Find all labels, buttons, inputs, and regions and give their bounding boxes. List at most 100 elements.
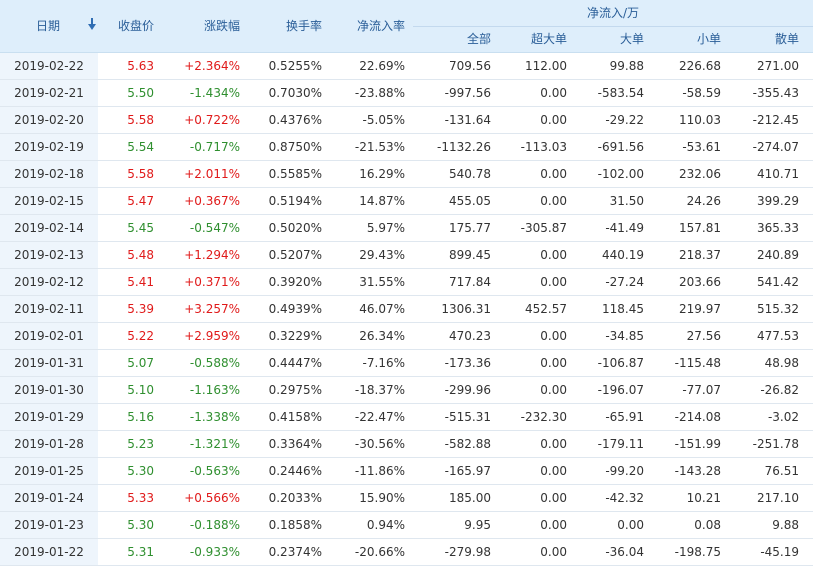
cell-retail: 410.71: [757, 167, 799, 181]
cell-retail: 515.32: [757, 302, 799, 316]
header-retail[interactable]: 散单: [721, 26, 799, 52]
cell-small: 232.06: [679, 167, 721, 181]
cell-turnover: 0.5207%: [268, 248, 322, 262]
cell-retail: 271.00: [757, 59, 799, 73]
cell-small: -53.61: [682, 140, 721, 154]
table-row: 2019-02-22 5.63 +2.364% 0.5255% 22.69% 709.56…: [0, 53, 813, 80]
cell-small: 203.66: [679, 275, 721, 289]
header-date[interactable]: 日期: [18, 0, 78, 52]
cell-net_ratio: 0.94%: [366, 518, 405, 532]
cell-net_ratio: -18.37%: [354, 383, 405, 397]
cell-change: +3.257%: [184, 302, 240, 316]
cell-small: 110.03: [679, 113, 721, 127]
cell-small: 218.37: [679, 248, 721, 262]
cell-small: 219.97: [679, 302, 721, 316]
cell-super: 0.00: [540, 437, 567, 451]
cell-turnover: 0.3229%: [268, 329, 322, 343]
cell-change: -0.563%: [189, 464, 240, 478]
table-row: 2019-01-29 5.16 -1.338% 0.4158% -22.47% -515.…: [0, 404, 813, 431]
cell-close: 5.50: [127, 86, 154, 100]
cell-large: 118.45: [602, 302, 644, 316]
cell-retail: -3.02: [767, 410, 799, 424]
cell-small: 226.68: [679, 59, 721, 73]
cell-large: -65.91: [605, 410, 644, 424]
cell-change: -0.717%: [189, 140, 240, 154]
table-row: 2019-02-14 5.45 -0.547% 0.5020% 5.97% 175.77 -…: [0, 215, 813, 242]
cell-turnover: 0.3364%: [268, 437, 322, 451]
cell-close: 5.07: [127, 356, 154, 370]
cell-date: 2019-02-12: [0, 269, 98, 295]
cell-net_ratio: 22.69%: [359, 59, 405, 73]
cell-super: -305.87: [520, 221, 567, 235]
cell-change: -1.338%: [189, 410, 240, 424]
cell-date: 2019-02-11: [0, 296, 98, 322]
cell-date: 2019-01-25: [0, 458, 98, 484]
cell-retail: 399.29: [757, 194, 799, 208]
cell-retail: 9.88: [772, 518, 799, 532]
cell-close: 5.39: [127, 302, 154, 316]
cell-small: -198.75: [674, 545, 721, 559]
cell-super: 112.00: [525, 59, 567, 73]
cell-super: 0.00: [540, 356, 567, 370]
cell-large: -583.54: [597, 86, 644, 100]
cell-change: +0.367%: [184, 194, 240, 208]
table-row: 2019-02-15 5.47 +0.367% 0.5194% 14.87% 455.05…: [0, 188, 813, 215]
cell-small: 10.21: [686, 491, 721, 505]
table-row: 2019-01-24 5.33 +0.566% 0.2033% 15.90% 185.00…: [0, 485, 813, 512]
cell-turnover: 0.4158%: [268, 410, 322, 424]
cell-change: -0.547%: [189, 221, 240, 235]
cell-all: -997.56: [444, 86, 491, 100]
cell-net_ratio: 16.29%: [359, 167, 405, 181]
cell-net_ratio: 5.97%: [366, 221, 405, 235]
table-body: 2019-02-22 5.63 +2.364% 0.5255% 22.69% 709.56…: [0, 53, 813, 566]
cell-all: 1306.31: [441, 302, 491, 316]
header-super-large[interactable]: 超大单: [491, 26, 567, 52]
table-row: 2019-01-22 5.31 -0.933% 0.2374% -20.66% -279.…: [0, 539, 813, 566]
cell-net_ratio: -21.53%: [354, 140, 405, 154]
table-row: 2019-02-12 5.41 +0.371% 0.3920% 31.55% 717.84…: [0, 269, 813, 296]
cell-net_ratio: 46.07%: [359, 302, 405, 316]
cell-all: -1132.26: [437, 140, 491, 154]
cell-close: 5.23: [127, 437, 154, 451]
cell-all: -279.98: [444, 545, 491, 559]
header-large[interactable]: 大单: [567, 26, 644, 52]
header-small[interactable]: 小单: [644, 26, 721, 52]
cell-super: 452.57: [525, 302, 567, 316]
cell-change: -1.163%: [189, 383, 240, 397]
table-row: 2019-02-11 5.39 +3.257% 0.4939% 46.07% 1306.3…: [0, 296, 813, 323]
header-close[interactable]: 收盘价: [98, 0, 154, 52]
cell-net_ratio: -5.05%: [362, 113, 405, 127]
cell-close: 5.10: [127, 383, 154, 397]
header-net-ratio[interactable]: 净流入率: [330, 0, 405, 52]
header-change[interactable]: 涨跌幅: [170, 0, 240, 52]
header-net-inflow-group: 净流入/万: [413, 0, 813, 27]
cell-small: -58.59: [682, 86, 721, 100]
cell-turnover: 0.5255%: [268, 59, 322, 73]
cell-close: 5.54: [127, 140, 154, 154]
table-row: 2019-02-18 5.58 +2.011% 0.5585% 16.29% 540.78…: [0, 161, 813, 188]
header-all[interactable]: 全部: [413, 26, 491, 52]
cell-change: +2.364%: [184, 59, 240, 73]
cell-retail: -251.78: [752, 437, 799, 451]
cell-all: 709.56: [449, 59, 491, 73]
cell-change: +2.011%: [184, 167, 240, 181]
cell-turnover: 0.5585%: [268, 167, 322, 181]
cell-date: 2019-01-31: [0, 350, 98, 376]
cell-net_ratio: -11.86%: [354, 464, 405, 478]
cell-super: 0.00: [540, 383, 567, 397]
cell-close: 5.48: [127, 248, 154, 262]
cell-large: -179.11: [597, 437, 644, 451]
cell-large: 440.19: [602, 248, 644, 262]
header-turnover[interactable]: 换手率: [250, 0, 322, 52]
cell-retail: 541.42: [757, 275, 799, 289]
cell-close: 5.31: [127, 545, 154, 559]
cell-large: 99.88: [609, 59, 644, 73]
cell-large: -42.32: [605, 491, 644, 505]
cell-super: 0.00: [540, 518, 567, 532]
table-row: 2019-02-20 5.58 +0.722% 0.4376% -5.05% -131.6…: [0, 107, 813, 134]
cell-net_ratio: 14.87%: [359, 194, 405, 208]
cell-all: 717.84: [449, 275, 491, 289]
cell-close: 5.47: [127, 194, 154, 208]
cell-large: 31.50: [609, 194, 644, 208]
cell-turnover: 0.5020%: [268, 221, 322, 235]
